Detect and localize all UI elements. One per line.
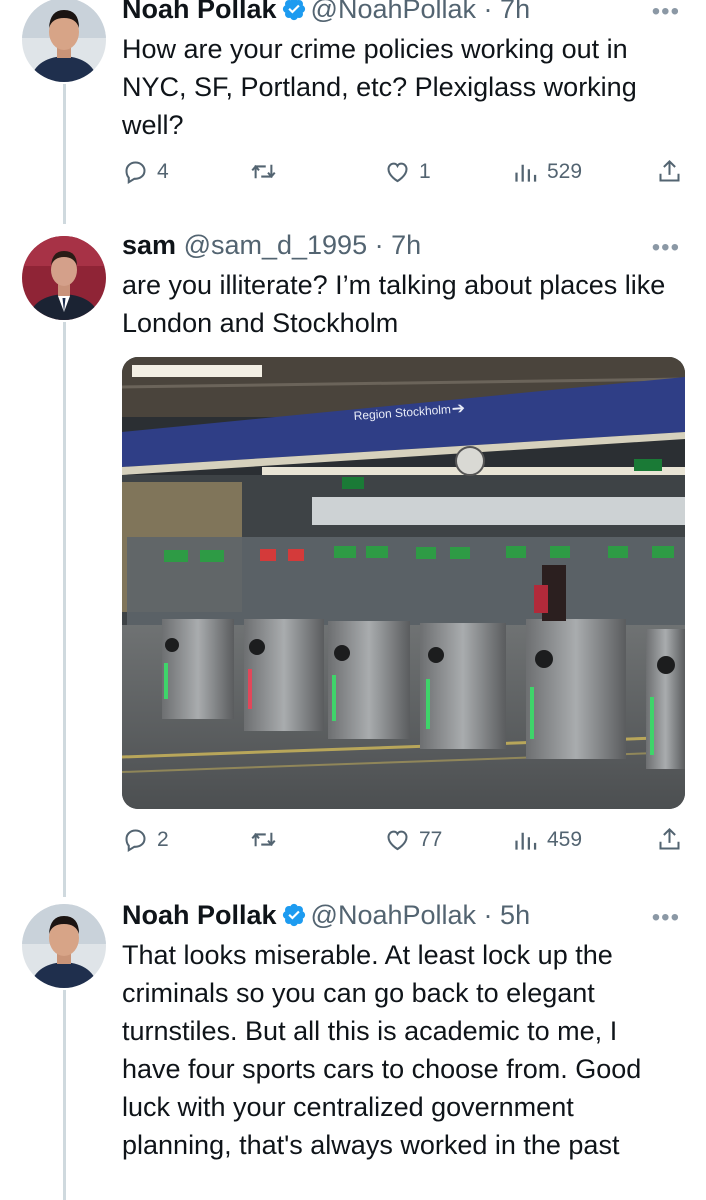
like-button[interactable]: 77 xyxy=(384,826,442,853)
tweet-time[interactable]: 7h xyxy=(500,0,530,24)
thread-line-2 xyxy=(63,322,66,897)
avatar-sam[interactable] xyxy=(22,236,106,320)
verified-badge-icon xyxy=(282,903,305,927)
tweet-header: sam @sam_d_1995 · 7h xyxy=(122,230,422,260)
reply-button[interactable]: 4 xyxy=(122,158,169,185)
tweet-actions: 2 77 459 xyxy=(122,826,688,856)
verified-badge-icon xyxy=(282,0,305,21)
author-name[interactable]: sam xyxy=(122,230,176,260)
like-count: 1 xyxy=(419,159,431,183)
tweet-header: Noah Pollak @NoahPollak · 7h xyxy=(122,0,530,26)
reply-count: 2 xyxy=(157,827,169,851)
view-count: 459 xyxy=(547,827,583,851)
share-icon xyxy=(659,827,680,850)
reply-count: 4 xyxy=(157,159,169,183)
tweet-text: That looks miserable. At least lock up t… xyxy=(122,940,642,1160)
tweet-text: are you illiterate? I’m talking about pl… xyxy=(122,270,666,338)
share-button[interactable] xyxy=(656,826,683,853)
more-options-icon[interactable]: ••• xyxy=(652,234,680,262)
views-icon xyxy=(515,832,537,850)
views-button[interactable]: 459 xyxy=(512,826,582,853)
more-options-icon[interactable]: ••• xyxy=(652,904,680,932)
view-count: 529 xyxy=(547,159,583,183)
retweet-icon xyxy=(251,164,276,179)
reply-icon xyxy=(125,161,146,184)
tweet-header: Noah Pollak @NoahPollak · 5h xyxy=(122,900,531,930)
author-handle[interactable]: @NoahPollak xyxy=(311,0,477,24)
retweet-button[interactable] xyxy=(250,158,277,185)
author-handle[interactable]: @sam_d_1995 xyxy=(184,230,368,260)
retweet-icon xyxy=(251,832,276,847)
retweet-button[interactable] xyxy=(250,826,277,853)
like-icon xyxy=(387,162,408,183)
thread-line-1 xyxy=(63,84,66,224)
author-name[interactable]: Noah Pollak xyxy=(122,900,277,930)
svg-text:➔: ➔ xyxy=(451,400,466,418)
tweet-media-image[interactable]: Region Stockholm ➔ xyxy=(122,357,685,809)
tweet-text: How are your crime policies working out … xyxy=(122,34,637,140)
tweet-time[interactable]: 5h xyxy=(500,900,530,930)
turnstiles-photo: Region Stockholm ➔ xyxy=(122,357,685,809)
thread-line-3 xyxy=(63,990,66,1200)
reply-icon xyxy=(125,829,146,852)
like-button[interactable]: 1 xyxy=(384,158,431,185)
views-button[interactable]: 529 xyxy=(512,158,582,185)
tweet-actions: 4 1 529 xyxy=(122,158,688,188)
share-icon xyxy=(659,159,680,182)
author-name[interactable]: Noah Pollak xyxy=(122,0,277,24)
like-icon xyxy=(387,830,408,851)
views-icon xyxy=(515,164,537,182)
tweet-time[interactable]: 7h xyxy=(391,230,421,260)
more-options-icon[interactable]: ••• xyxy=(652,0,680,26)
avatar-noah-pollak[interactable] xyxy=(22,904,106,988)
share-button[interactable] xyxy=(656,158,683,185)
reply-button[interactable]: 2 xyxy=(122,826,169,853)
avatar-noah-pollak[interactable] xyxy=(22,0,106,82)
like-count: 77 xyxy=(419,827,443,851)
author-handle[interactable]: @NoahPollak xyxy=(311,900,477,930)
